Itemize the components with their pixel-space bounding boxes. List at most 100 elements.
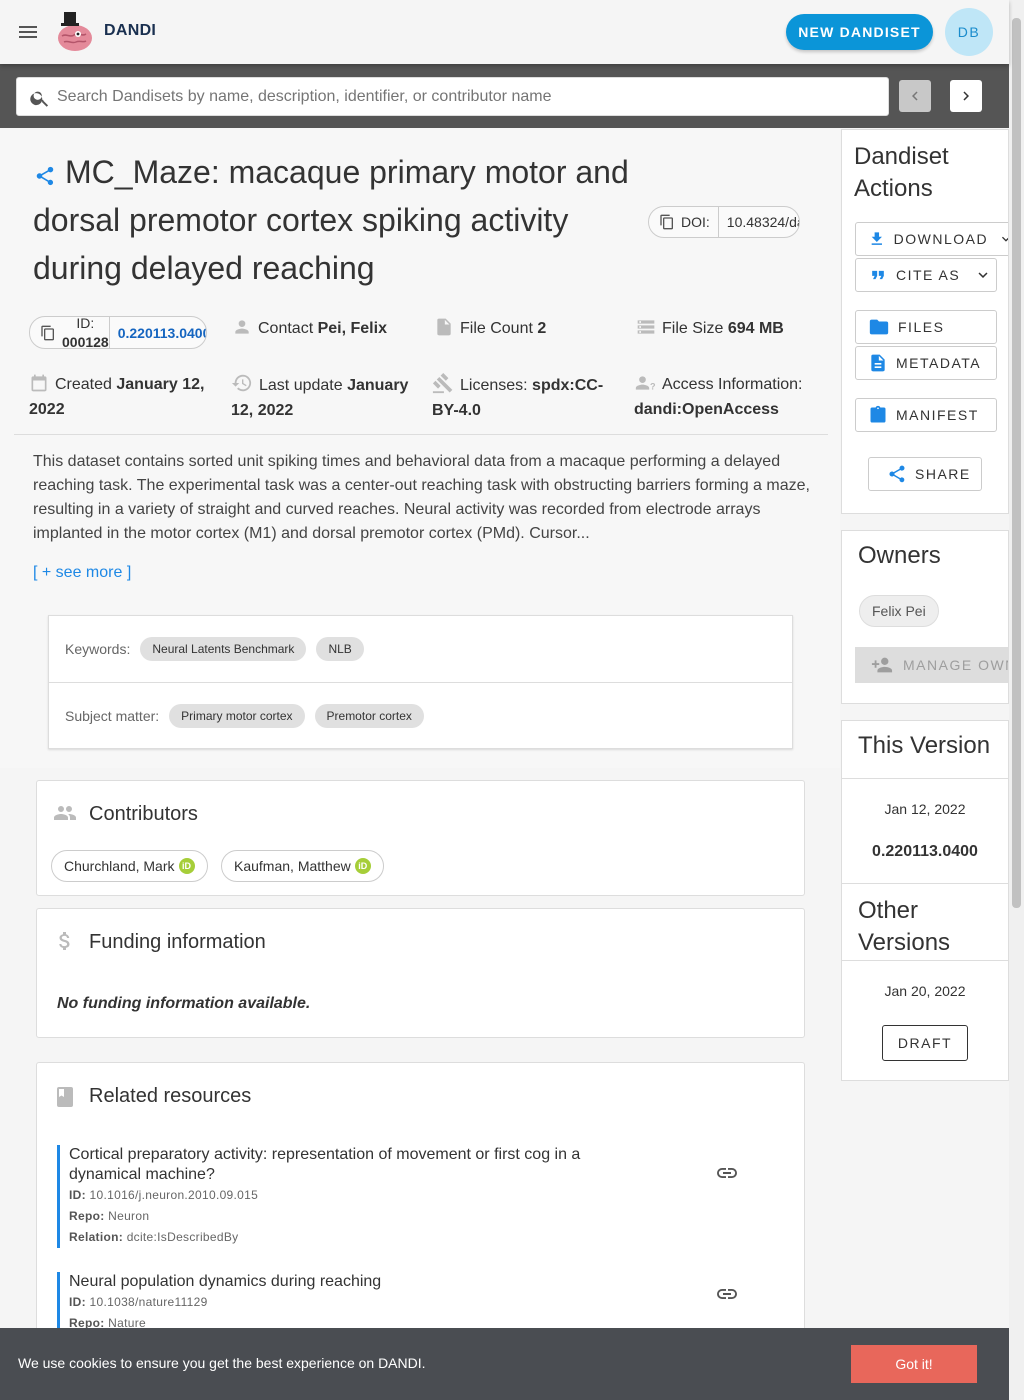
accept-cookies-button[interactable]: Got it! [851,1345,977,1383]
licenses-label: Licenses: [460,377,528,394]
file-size-value: 694 MB [727,320,784,337]
brand-name[interactable]: DANDI [104,22,156,40]
svg-text:?: ? [650,382,656,392]
manifest-button[interactable]: MANIFEST [855,398,997,432]
page-scrollbar[interactable] [1009,0,1024,1400]
access-value: dandi:OpenAccess [634,401,779,418]
access-label: Access Information: [662,376,803,393]
file-count-value: 2 [537,320,547,337]
file-icon [437,318,451,336]
search-icon [30,91,49,107]
funding-title: Funding information [89,931,266,953]
file-size-info: File Size 694 MB [636,316,784,341]
quote-icon [872,270,884,280]
group-icon [54,806,76,820]
download-button[interactable]: DOWNLOAD [855,222,1008,256]
other-versions-title: Other Versions [858,897,951,956]
subject-matter-label: Subject matter: [65,708,160,724]
cite-as-button[interactable]: CITE AS [855,258,997,292]
resource-repo-value: Neuron [108,1209,150,1223]
contributors-card: Contributors Churchland, Mark iD Kaufman,… [36,780,805,896]
owner-chip: Felix Pei [859,595,939,627]
id-chip[interactable]: ID: 000128 0.220113.0400 [29,316,207,349]
resource-repo: Repo: Neuron [69,1206,777,1227]
id-label: ID: [76,316,95,331]
metadata-button[interactable]: METADATA [855,346,997,380]
cookie-banner: We use cookies to ensure you get the bes… [0,1328,1009,1400]
subject-chip: Premotor cortex [314,704,424,728]
contributor-name: Churchland, Mark [64,858,175,874]
metadata-label: METADATA [896,355,982,371]
cite-as-label: CITE AS [896,267,961,283]
chevron-down-icon [978,272,988,278]
doi-chip[interactable]: DOI: 10.48324/dandi.000128/0.220113.0400 [648,206,800,238]
new-dandiset-button[interactable]: NEW DANDISET [786,14,933,50]
search-bar: Search Dandisets by name, description, i… [0,64,1009,128]
file-size-label: File Size [662,320,724,337]
last-update-info: Last update January 12, 2022 [231,372,421,423]
files-button[interactable]: FILES [855,310,997,344]
share-button[interactable]: SHARE [868,457,982,491]
manage-owners-label: MANAGE OWNERS [903,657,1008,673]
clipboard-icon [870,405,886,423]
chevron-down-icon [1002,236,1008,242]
created-info: Created January 12, 2022 [29,372,219,422]
scrollbar-thumb[interactable] [1012,18,1021,908]
resource-id: ID: 10.1038/nature11129 [69,1292,777,1313]
resource-id-label: ID: [69,1295,86,1309]
keywords-row: Keywords: Neural Latents Benchmark NLB [65,616,364,682]
download-icon [871,232,882,245]
other-version-date: Jan 20, 2022 [884,983,966,999]
link-icon[interactable] [715,1282,739,1306]
history-icon [231,374,252,392]
doi-value[interactable]: 10.48324/dandi.000128/0.220113.0400 [719,214,799,230]
search-placeholder: Search Dandisets by name, description, i… [57,88,552,105]
orcid-icon[interactable]: iD [178,858,195,874]
manifest-label: MANIFEST [896,407,979,423]
see-more-link[interactable]: [ + see more ] [33,564,131,582]
contributor-chip[interactable]: Kaufman, Matthew iD [221,850,384,882]
doi-label-group: DOI: [649,207,719,237]
draft-version-button[interactable]: DRAFT [882,1025,968,1061]
app-bar: DANDI NEW DANDISET DB [0,0,1009,64]
dandiset-title: MC_Maze: macaque primary motor and dorsa… [33,154,629,286]
created-label: Created [55,376,112,393]
dollar-icon [59,932,70,950]
contact-label: Contact [258,320,314,337]
orcid-icon[interactable]: iD [354,858,371,874]
dandi-logo[interactable] [52,10,96,54]
download-label: DOWNLOAD [893,231,989,247]
resource-id-value: 10.1038/nature11129 [89,1295,208,1309]
contributor-chip[interactable]: Churchland, Mark iD [51,850,208,882]
add-person-icon [871,657,893,673]
copy-icon[interactable] [659,214,675,230]
storage-icon [637,320,655,334]
related-resources-title: Related resources [89,1085,252,1107]
divider [842,883,1008,884]
search-input[interactable]: Search Dandisets by name, description, i… [16,77,889,116]
user-avatar[interactable]: DB [945,8,993,56]
licenses-info: Licenses: spdx:CC-BY-4.0 [432,372,612,423]
resource-relation-label: Relation: [69,1230,124,1244]
dandiset-description: This dataset contains sorted unit spikin… [33,453,810,542]
chevron-left-icon [912,91,918,101]
subject-matter-row: Subject matter: Primary motor cortex Pre… [65,683,424,749]
next-dandiset-button[interactable] [950,80,982,112]
share-label: SHARE [915,466,971,482]
copy-icon[interactable] [40,325,56,341]
this-version-name[interactable]: 0.220113.0400 [842,843,1008,861]
this-version-date: Jan 12, 2022 [884,801,966,817]
resource-id: ID: 10.1016/j.neuron.2010.09.015 [69,1185,777,1206]
resource-relation: Relation: dcite:IsDescribedBy [69,1227,777,1248]
person-icon [235,320,249,334]
last-update-label: Last update [259,377,343,394]
divider [14,434,828,435]
previous-dandiset-button[interactable] [899,80,931,112]
document-icon [871,354,885,372]
dandiset-main-card: MC_Maze: macaque primary motor and dorsa… [0,128,840,768]
menu-icon[interactable] [16,20,40,44]
contact-info: Contact Pei, Felix [232,316,387,341]
link-icon[interactable] [715,1161,739,1185]
manage-owners-button[interactable]: MANAGE OWNERS [855,647,1008,683]
version-id[interactable]: 0.220113.0400 [110,325,206,341]
